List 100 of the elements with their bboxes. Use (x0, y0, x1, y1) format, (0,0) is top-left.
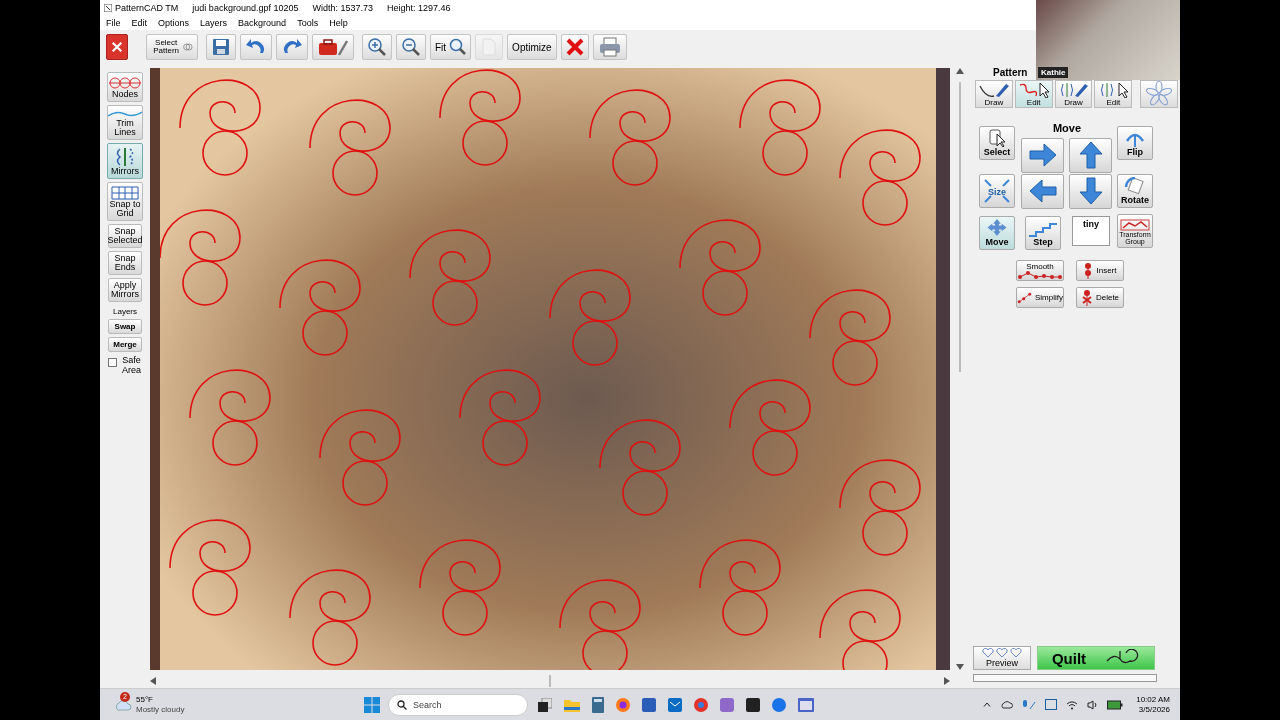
wavy-line-icon (107, 109, 143, 119)
cursor-icon (987, 129, 1007, 147)
mode-tab[interactable]: Edit (1014, 80, 1053, 108)
smooth-nodes-icon (1018, 271, 1062, 279)
task-view-icon[interactable] (538, 697, 552, 712)
delete-button[interactable] (560, 34, 589, 60)
layers-label: Layers (113, 307, 137, 316)
arrow-icon (1077, 140, 1104, 170)
screen-icon[interactable] (1045, 699, 1058, 710)
window-app-icon[interactable] (798, 697, 814, 712)
speaker-icon[interactable] (1087, 699, 1099, 710)
chevron-up-icon[interactable] (983, 702, 992, 707)
battery-icon[interactable] (1107, 699, 1124, 710)
menu-item[interactable]: Tools (296, 17, 320, 28)
document-app-icon[interactable] (642, 697, 656, 712)
menu-item[interactable]: Background (237, 17, 288, 28)
close-icon (111, 40, 123, 54)
toolbar-button[interactable]: Optimize (507, 34, 557, 60)
select-button[interactable]: Select (979, 126, 1015, 160)
menu-item[interactable]: Help (328, 17, 349, 28)
height-readout: Height: 1297.46 (387, 2, 451, 13)
mode-tab[interactable]: Draw (1054, 80, 1093, 108)
folder-icon[interactable] (564, 697, 580, 712)
search-field[interactable]: Search (388, 693, 528, 716)
step-size-field[interactable]: tiny (1072, 216, 1110, 246)
print-button[interactable] (592, 34, 627, 60)
menu-item[interactable]: Layers (199, 17, 229, 28)
resize-arrows-icon (982, 176, 1012, 205)
rotate-button[interactable]: Rotate (1117, 174, 1153, 208)
layer-button[interactable]: Merge (108, 337, 142, 352)
search-icon (397, 699, 407, 710)
app-icon[interactable] (746, 697, 760, 712)
cloud-icon (114, 698, 132, 711)
stairs-icon (1028, 223, 1058, 237)
layer-button[interactable]: Swap (108, 319, 142, 334)
scroll-down-icon[interactable] (956, 664, 964, 670)
zoom-out-button[interactable] (396, 34, 426, 60)
scroll-left-icon[interactable] (150, 677, 156, 685)
safe-area-checkbox[interactable] (107, 358, 117, 367)
size-button[interactable]: Size (979, 174, 1015, 208)
grid-icon (111, 186, 139, 200)
flip-icon (1123, 131, 1147, 147)
tool-button[interactable]: Snap Selected (108, 224, 142, 248)
fit-button[interactable]: Fit (430, 34, 472, 60)
tool-button[interactable]: Snap to Grid (107, 182, 143, 221)
calculator-icon[interactable] (592, 696, 604, 713)
close-button[interactable] (106, 34, 128, 60)
tool-button[interactable]: Apply Mirrors (108, 278, 142, 302)
zoom-in-icon (367, 37, 387, 57)
wifi-icon[interactable] (1066, 699, 1079, 710)
mode-tab[interactable] (1140, 80, 1178, 108)
move-button[interactable]: Move (979, 216, 1015, 250)
save-button[interactable] (206, 34, 236, 60)
tool-button[interactable]: Snap Ends (108, 251, 142, 275)
undo-button[interactable] (240, 34, 272, 60)
mode-tab[interactable]: Draw (975, 80, 1013, 108)
zoom-in-button[interactable] (362, 34, 392, 60)
move-right-button[interactable] (1021, 138, 1064, 173)
move-down-button[interactable] (1069, 174, 1112, 209)
tool-button[interactable]: Trim Lines (107, 105, 143, 140)
toolbox-wrench-icon (317, 37, 349, 57)
tool-button[interactable]: Nodes (107, 72, 143, 102)
scroll-right-icon[interactable] (944, 677, 950, 685)
tools-button[interactable] (312, 34, 354, 60)
node-tool-button[interactable]: Smooth (1016, 260, 1064, 281)
preview-button[interactable]: Preview (973, 646, 1031, 670)
node-tool-button[interactable]: Insert (1076, 260, 1124, 281)
browser-icon[interactable] (694, 697, 708, 712)
mail-app-icon[interactable] (668, 697, 682, 712)
node-tool-button[interactable]: Simplify (1016, 287, 1064, 308)
move-left-button[interactable] (1021, 174, 1064, 209)
windows-start-icon[interactable] (364, 696, 380, 713)
mode-tab[interactable]: Edit (1094, 80, 1133, 108)
move-up-button[interactable] (1069, 138, 1112, 173)
move-heading: Move (1051, 122, 1083, 134)
printer-icon (597, 37, 622, 57)
cloud-icon[interactable] (1000, 700, 1014, 709)
file-name: judi background.gpf 10205 (192, 2, 299, 13)
flip-button[interactable]: Flip (1117, 126, 1153, 160)
browser-icon[interactable] (616, 697, 630, 712)
pencil-curve-icon (977, 81, 1010, 98)
step-button[interactable]: Step (1025, 216, 1061, 250)
microphone-icon[interactable] (1022, 699, 1037, 710)
arrow-icon (1027, 178, 1058, 204)
scroll-up-icon[interactable] (956, 68, 964, 74)
tool-button[interactable]: Mirrors (107, 143, 143, 179)
chat-app-icon[interactable] (720, 697, 734, 712)
select-pattern-button[interactable]: Select Pattern (146, 34, 198, 60)
menu-item[interactable]: Options (157, 17, 191, 28)
weather-condition: Mostly cloudy (136, 704, 185, 715)
zigzag-line-icon (1120, 219, 1150, 231)
menu-item[interactable]: File (105, 17, 122, 28)
browser-icon[interactable] (772, 697, 786, 712)
redo-button[interactable] (276, 34, 308, 60)
four-way-arrow-icon (986, 218, 1008, 237)
menu-item[interactable]: Edit (130, 17, 149, 28)
delete-node-icon (1080, 288, 1093, 307)
quilt-button[interactable]: Quilt (1037, 646, 1155, 670)
node-tool-button[interactable]: Delete (1076, 287, 1124, 308)
temperature: 55°F (136, 694, 154, 705)
